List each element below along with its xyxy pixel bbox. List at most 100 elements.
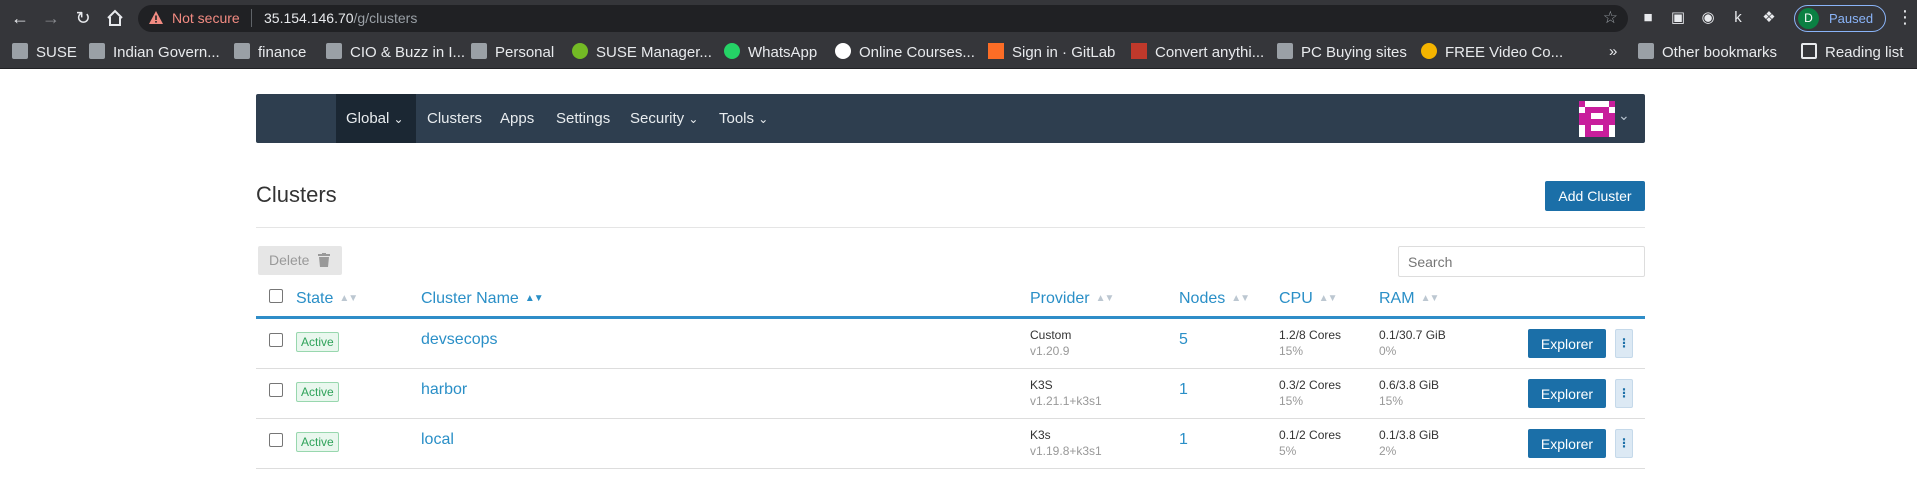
nav-clusters[interactable]: Clusters — [427, 94, 482, 143]
cluster-name-link[interactable]: local — [421, 431, 454, 449]
sort-icon: ▲▼ — [1420, 293, 1440, 304]
explorer-button[interactable]: Explorer — [1528, 379, 1606, 408]
row-checkbox[interactable] — [269, 433, 283, 447]
select-all-checkbox[interactable] — [269, 289, 283, 303]
browser-toolbar: ← → ↻ Not secure 35.154.146.70/g/cluster… — [0, 0, 1917, 37]
provider: K3S — [1030, 378, 1053, 392]
sort-icon: ▲▼ — [524, 293, 544, 304]
profile-button[interactable]: D Paused — [1794, 5, 1886, 32]
cpu-usage: 0.3/2 Cores — [1279, 378, 1342, 392]
cpu-usage: 1.2/8 Cores — [1279, 328, 1342, 342]
provider-version: v1.21.1+k3s1 — [1030, 394, 1102, 408]
bookmark-item[interactable]: PC Buying sites — [1277, 43, 1407, 63]
png-pdf-icon — [1131, 43, 1147, 59]
puzzle-icon[interactable]: ❖ — [1760, 9, 1778, 27]
column-header-cpu[interactable]: CPU ▲▼ — [1279, 290, 1338, 308]
extension-icon[interactable]: ▣ — [1669, 9, 1687, 27]
nodes-link[interactable]: 1 — [1179, 431, 1188, 449]
bookmark-item[interactable]: CIO & Buzz in I... — [326, 43, 465, 63]
suse-icon — [572, 43, 588, 59]
column-header-nodes[interactable]: Nodes ▲▼ — [1179, 290, 1250, 308]
back-icon[interactable]: ← — [9, 7, 31, 29]
row-actions-menu-icon[interactable]: ⋮ — [1615, 379, 1633, 408]
address-bar[interactable]: Not secure 35.154.146.70/g/clusters ☆ — [138, 5, 1628, 32]
column-header-ram[interactable]: RAM ▲▼ — [1379, 290, 1440, 308]
provider-version: v1.20.9 — [1030, 344, 1070, 358]
folder-icon — [1638, 43, 1654, 59]
delete-button[interactable]: Delete — [258, 246, 342, 275]
cluster-name-link[interactable]: harbor — [421, 381, 467, 399]
column-header-provider[interactable]: Provider ▲▼ — [1030, 290, 1114, 308]
other-bookmarks[interactable]: Other bookmarks — [1638, 43, 1777, 63]
forward-icon[interactable]: → — [40, 7, 62, 29]
url-text[interactable]: 35.154.146.70/g/clusters — [264, 10, 417, 26]
chevron-down-icon[interactable]: ⌄ — [1618, 107, 1630, 124]
sort-icon: ▲▼ — [1231, 293, 1250, 304]
row-checkbox[interactable] — [269, 333, 283, 347]
row-actions-menu-icon[interactable]: ⋮ — [1615, 329, 1633, 358]
extension-icon[interactable]: ◉ — [1699, 9, 1717, 27]
explorer-button[interactable]: Explorer — [1528, 329, 1606, 358]
status-badge: Active — [296, 382, 339, 402]
trash-icon — [318, 253, 330, 267]
bookmark-item[interactable]: WhatsApp — [724, 43, 817, 63]
nodes-link[interactable]: 5 — [1179, 331, 1188, 349]
cluster-name-link[interactable]: devsecops — [421, 331, 498, 349]
ram-percent: 2% — [1379, 444, 1397, 458]
extension-icon[interactable]: ■ — [1639, 9, 1657, 27]
folder-icon — [234, 43, 250, 59]
video-icon — [1421, 43, 1437, 59]
add-cluster-button[interactable]: Add Cluster — [1545, 181, 1645, 211]
row-checkbox[interactable] — [269, 383, 283, 397]
provider: K3s — [1030, 428, 1051, 442]
folder-icon — [326, 43, 342, 59]
folder-icon — [89, 43, 105, 59]
ram-usage: 0.6/3.8 GiB — [1379, 378, 1440, 392]
bookmark-item[interactable]: Indian Govern... — [89, 43, 220, 63]
provider: Custom — [1030, 328, 1072, 342]
reading-list[interactable]: Reading list — [1801, 43, 1903, 63]
udemy-icon — [835, 43, 851, 59]
url-separator — [251, 9, 252, 27]
extension-k-icon[interactable]: k — [1729, 9, 1747, 27]
nav-security[interactable]: Security ⌄ — [630, 94, 698, 143]
cpu-percent: 15% — [1279, 344, 1304, 358]
ram-percent: 15% — [1379, 394, 1404, 408]
chevron-down-icon: ⌄ — [688, 112, 699, 126]
folder-icon — [1277, 43, 1293, 59]
column-header-cluster-name[interactable]: Cluster Name ▲▼ — [421, 290, 544, 308]
column-header-state[interactable]: State ▲▼ — [296, 290, 358, 308]
table-row: Active devsecops Custom v1.20.9 5 1.2/8 … — [256, 319, 1645, 369]
table-row: Active local K3s v1.19.8+k3s1 1 0.1/2 Co… — [256, 419, 1645, 469]
home-icon[interactable] — [104, 7, 126, 29]
nav-tools[interactable]: Tools ⌄ — [719, 94, 768, 143]
ram-usage: 0.1/30.7 GiB — [1379, 328, 1446, 342]
bookmark-item[interactable]: Online Courses... — [835, 43, 975, 63]
bookmark-item[interactable]: SUSE — [12, 43, 77, 63]
app-header: Global ⌄ Clusters Apps Settings Security… — [256, 94, 1645, 143]
nav-settings[interactable]: Settings — [556, 94, 610, 143]
bookmark-item[interactable]: finance — [234, 43, 306, 63]
bookmark-star-icon[interactable]: ☆ — [1603, 8, 1618, 28]
more-bookmarks-icon[interactable]: » — [1609, 43, 1617, 63]
reading-list-icon — [1801, 43, 1817, 59]
user-avatar-icon[interactable] — [1579, 101, 1615, 137]
cpu-usage: 0.1/2 Cores — [1279, 428, 1342, 442]
nodes-link[interactable]: 1 — [1179, 381, 1188, 399]
bookmark-item[interactable]: Personal — [471, 43, 554, 63]
explorer-button[interactable]: Explorer — [1528, 429, 1606, 458]
nav-apps[interactable]: Apps — [500, 94, 534, 143]
browser-menu-icon[interactable]: ⋮ — [1896, 7, 1914, 28]
bookmark-item[interactable]: Sign in · GitLab — [988, 43, 1115, 63]
nav-global[interactable]: Global ⌄ — [346, 94, 404, 143]
folder-icon — [12, 43, 28, 59]
divider — [256, 227, 1645, 228]
warning-icon — [149, 11, 163, 24]
bookmark-item[interactable]: FREE Video Co... — [1421, 43, 1563, 63]
ram-percent: 0% — [1379, 344, 1397, 358]
bookmark-item[interactable]: SUSE Manager... — [572, 43, 712, 63]
search-input[interactable] — [1398, 246, 1645, 277]
reload-icon[interactable]: ↻ — [72, 7, 94, 29]
row-actions-menu-icon[interactable]: ⋮ — [1615, 429, 1633, 458]
bookmark-item[interactable]: Convert anythi... — [1131, 43, 1264, 63]
